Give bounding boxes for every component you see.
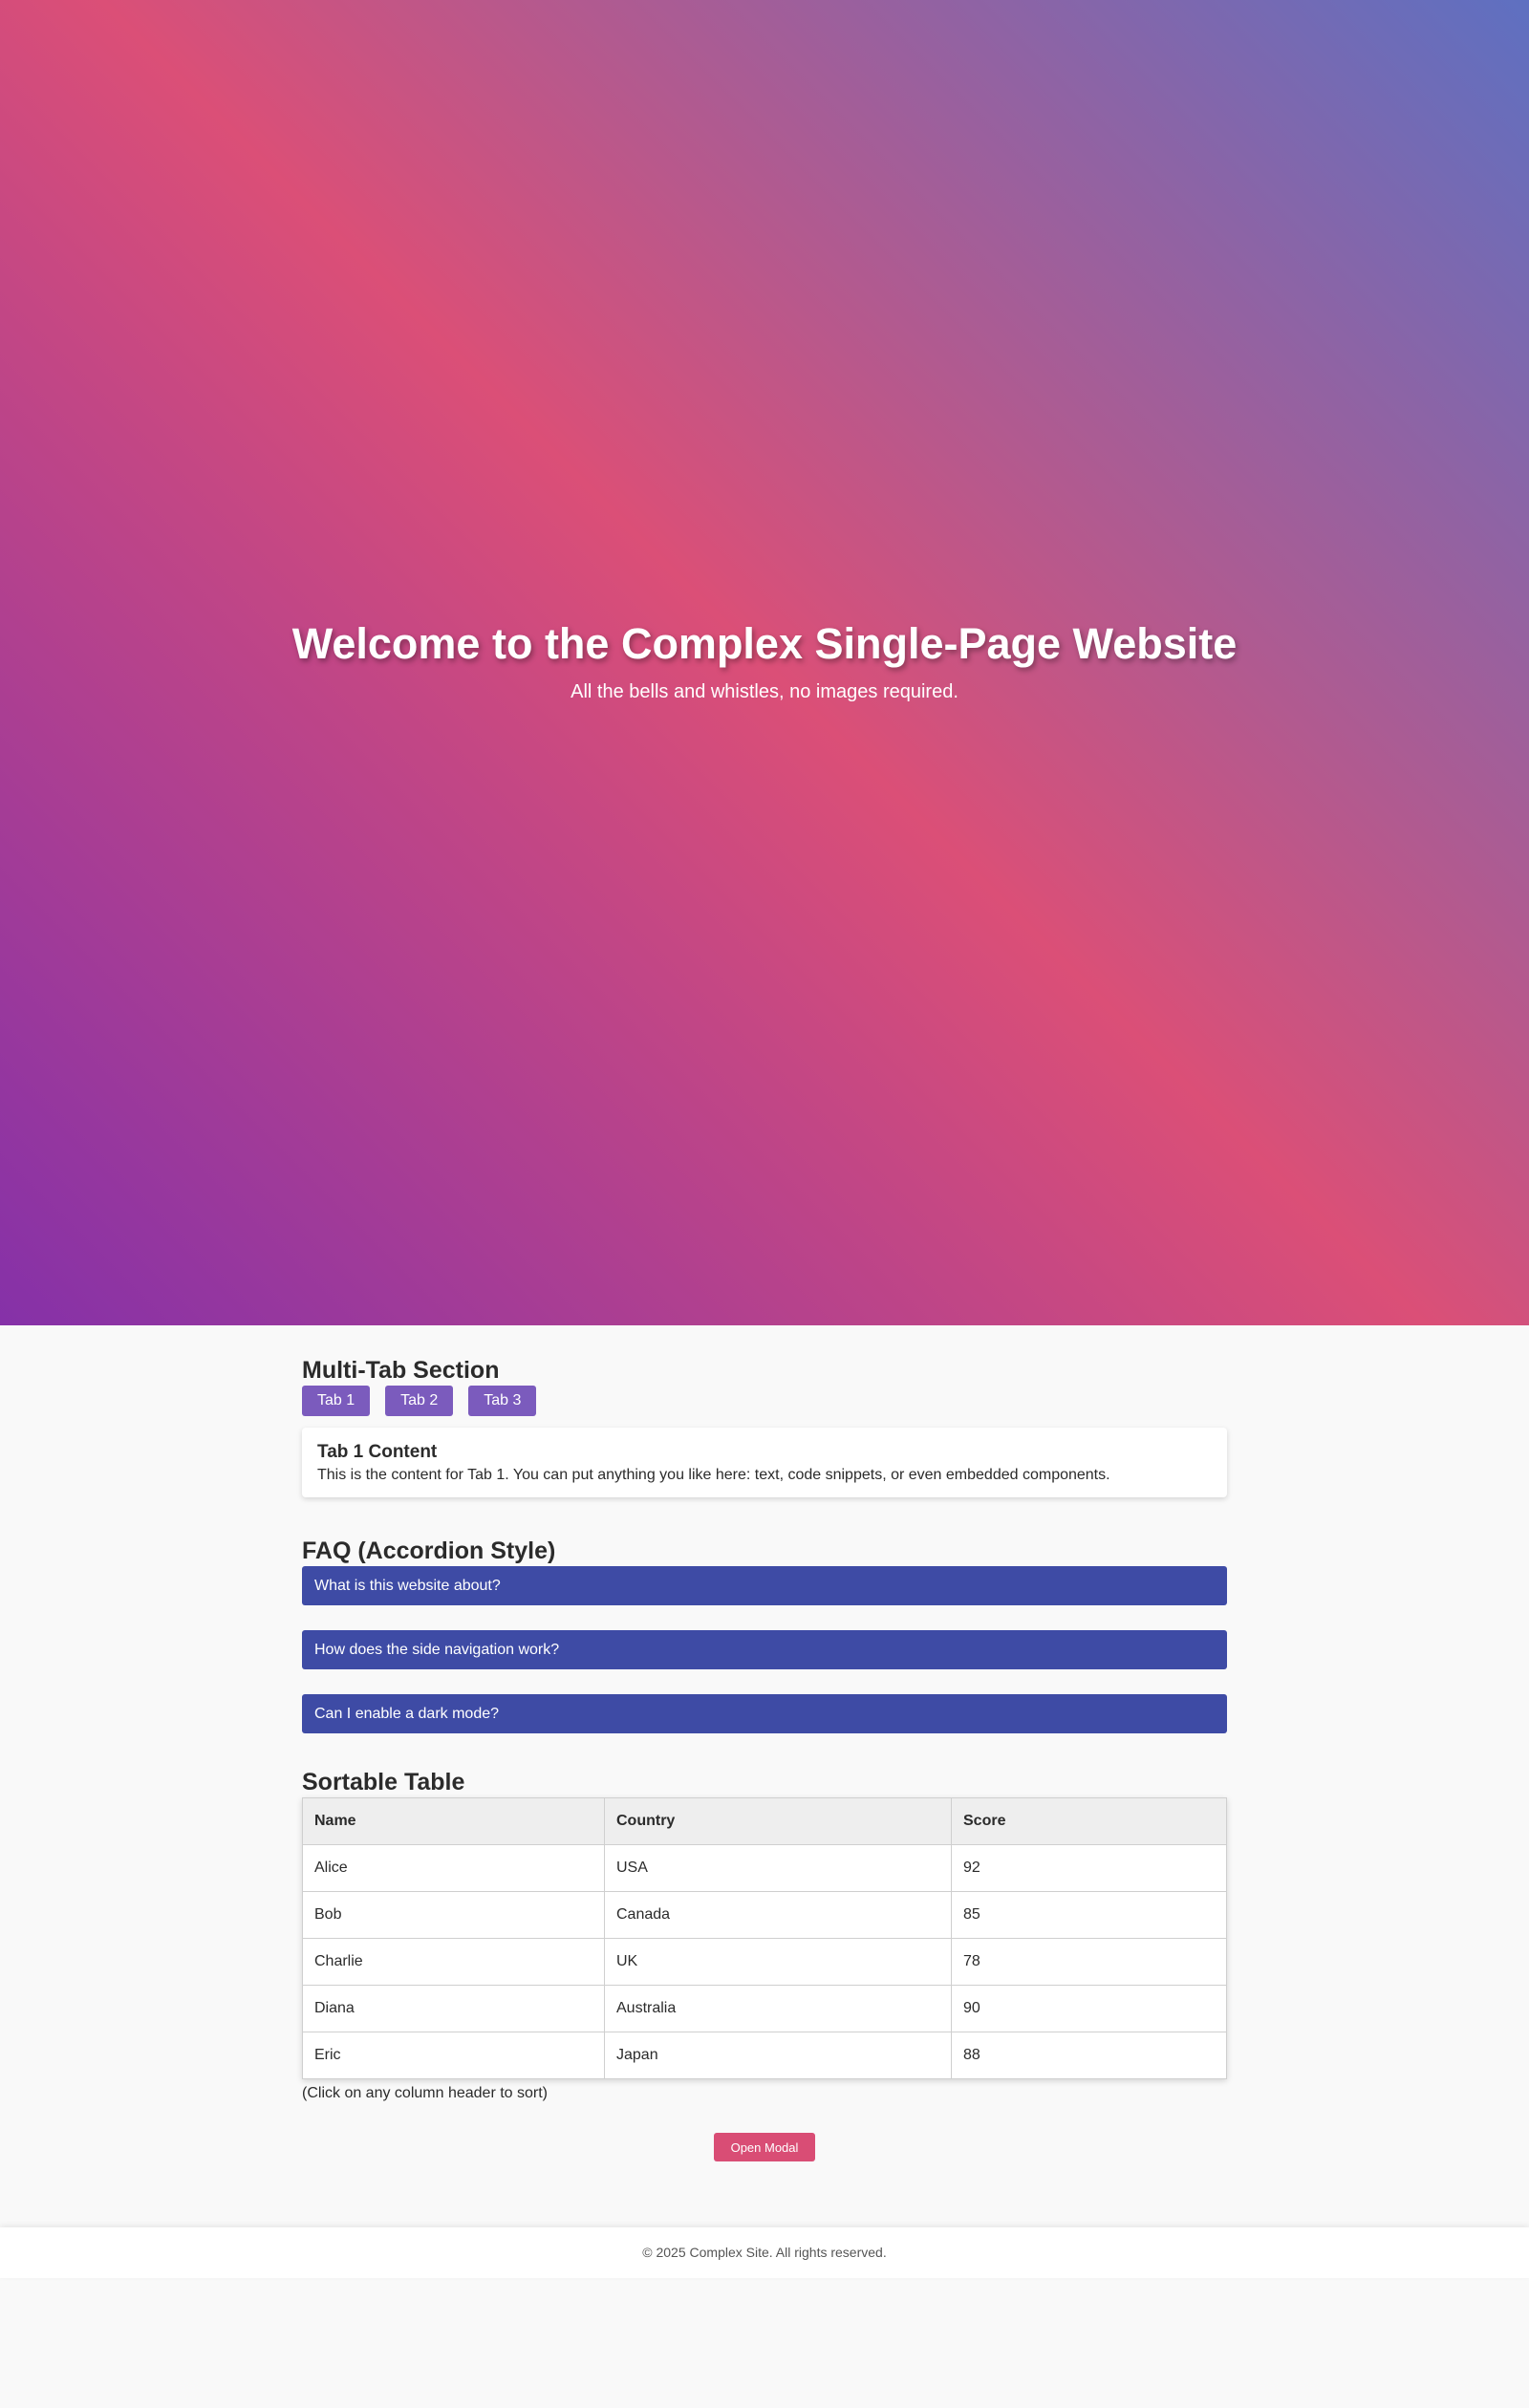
- faq-question-about[interactable]: What is this website about?: [302, 1566, 1227, 1605]
- table-cell: 85: [951, 1891, 1227, 1939]
- footer: © 2025 Complex Site. All rights reserved…: [0, 2227, 1529, 2278]
- hero-content: Welcome to the Complex Single-Page Websi…: [0, 616, 1529, 704]
- hero-subtitle: All the bells and whistles, no images re…: [571, 681, 958, 702]
- hero-title: Welcome to the Complex Single-Page Websi…: [291, 619, 1238, 668]
- column-header-score[interactable]: Score: [951, 1797, 1227, 1845]
- table-cell: Alice: [302, 1844, 605, 1892]
- table-header-row: Name Country Score: [302, 1797, 1227, 1845]
- table-cell: USA: [604, 1844, 952, 1892]
- tab-panel-text: This is the content for Tab 1. You can p…: [317, 1467, 1110, 1483]
- main-content: Multi-Tab Section Tab 1 Tab 2 Tab 3 Tab …: [302, 1355, 1227, 2161]
- sortable-table-section: Sortable Table Name Country Score Alice …: [302, 1767, 1227, 2104]
- table-row: Eric Japan 88: [302, 2032, 1227, 2079]
- faq-question-dark-mode[interactable]: Can I enable a dark mode?: [302, 1694, 1227, 1733]
- table-row: Charlie UK 78: [302, 1938, 1227, 1986]
- sortable-table: Name Country Score Alice USA 92 Bob Cana…: [302, 1797, 1227, 2079]
- table-sort-hint: (Click on any column header to sort): [302, 2085, 548, 2101]
- footer-copyright: © 2025 Complex Site. All rights reserved…: [642, 2245, 887, 2260]
- table-row: Diana Australia 90: [302, 1985, 1227, 2032]
- hero-banner: Welcome to the Complex Single-Page Websi…: [0, 0, 1529, 1325]
- tab-2-button[interactable]: Tab 2: [385, 1386, 454, 1416]
- faq-section: FAQ (Accordion Style) What is this websi…: [302, 1536, 1227, 1733]
- table-cell: 90: [951, 1985, 1227, 2032]
- tab-panel-title: Tab 1 Content: [317, 1442, 438, 1462]
- table-cell: Charlie: [302, 1938, 605, 1986]
- tab-panel: Tab 1 Content This is the content for Ta…: [302, 1428, 1227, 1497]
- faq-question-side-navigation[interactable]: How does the side navigation work?: [302, 1630, 1227, 1669]
- faq-section-title: FAQ (Accordion Style): [302, 1537, 556, 1564]
- column-header-name[interactable]: Name: [302, 1797, 605, 1845]
- modal-button-container: Open Modal: [302, 2133, 1227, 2161]
- tabs-section: Multi-Tab Section Tab 1 Tab 2 Tab 3 Tab …: [302, 1355, 1227, 1497]
- faq-list: What is this website about? How does the…: [302, 1566, 1227, 1733]
- table-cell: 88: [951, 2032, 1227, 2079]
- table-cell: Eric: [302, 2032, 605, 2079]
- table-row: Alice USA 92: [302, 1844, 1227, 1892]
- table-cell: Bob: [302, 1891, 605, 1939]
- tabs-section-title: Multi-Tab Section: [302, 1357, 500, 1384]
- table-cell: Australia: [604, 1985, 952, 2032]
- table-cell: UK: [604, 1938, 952, 1986]
- open-modal-button[interactable]: Open Modal: [714, 2133, 815, 2161]
- table-cell: Diana: [302, 1985, 605, 2032]
- tab-1-button[interactable]: Tab 1: [302, 1386, 371, 1416]
- column-header-country[interactable]: Country: [604, 1797, 952, 1845]
- tab-3-button[interactable]: Tab 3: [468, 1386, 537, 1416]
- table-cell: 92: [951, 1844, 1227, 1892]
- table-cell: Canada: [604, 1891, 952, 1939]
- table-cell: 78: [951, 1938, 1227, 1986]
- tab-bar: Tab 1 Tab 2 Tab 3: [302, 1386, 1227, 1416]
- table-row: Bob Canada 85: [302, 1891, 1227, 1939]
- table-section-title: Sortable Table: [302, 1769, 465, 1795]
- table-cell: Japan: [604, 2032, 952, 2079]
